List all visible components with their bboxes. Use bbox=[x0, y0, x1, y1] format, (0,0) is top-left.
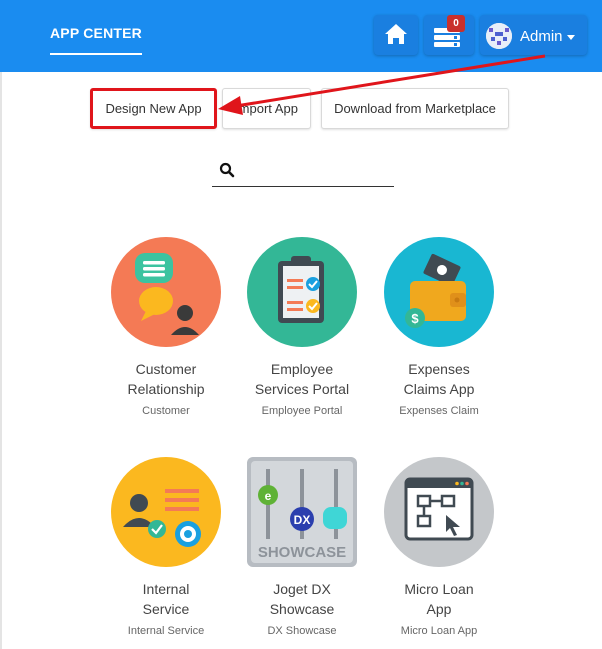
expenses-claim-icon: $ bbox=[384, 237, 494, 347]
download-marketplace-button[interactable]: Download from Marketplace bbox=[321, 88, 509, 129]
app-tile-customer-relationship[interactable]: Customer Relationship Customer bbox=[101, 237, 231, 417]
svg-text:e: e bbox=[265, 489, 272, 503]
avatar bbox=[486, 23, 512, 49]
app-tile-expenses-claims[interactable]: $ Expenses Claims App Expenses Claim bbox=[374, 237, 504, 417]
app-name: Micro Loan App bbox=[404, 581, 474, 617]
app-name: Customer Relationship bbox=[127, 361, 205, 397]
customer-relationship-icon bbox=[111, 237, 221, 347]
app-tile-dx-showcase[interactable]: e DX SHOWCASE Joget DX Showcase DX Showca… bbox=[237, 457, 367, 637]
app-subtitle: Micro Loan App bbox=[400, 625, 478, 637]
user-name-label: Admin bbox=[520, 28, 563, 45]
micro-loan-icon bbox=[384, 457, 494, 567]
app-name: Internal Service bbox=[142, 581, 190, 617]
app-subtitle: DX Showcase bbox=[267, 625, 337, 637]
svg-text:$: $ bbox=[411, 311, 419, 326]
app-subtitle: Employee Portal bbox=[261, 405, 343, 417]
search-icon bbox=[219, 162, 235, 178]
left-border bbox=[0, 72, 2, 649]
app-tile-internal-service[interactable]: Internal Service Internal Service bbox=[101, 457, 231, 637]
search-underline bbox=[212, 186, 394, 187]
import-app-button[interactable]: Import App bbox=[222, 88, 311, 129]
notification-badge: 0 bbox=[447, 15, 465, 32]
svg-text:DX: DX bbox=[294, 513, 311, 527]
app-name: Joget DX Showcase bbox=[269, 581, 335, 617]
app-center-brand[interactable]: APP CENTER bbox=[50, 25, 142, 41]
home-icon bbox=[385, 24, 407, 44]
app-tile-employee-portal[interactable]: Employee Services Portal Employee Portal bbox=[237, 237, 367, 417]
home-button[interactable] bbox=[374, 15, 418, 55]
app-subtitle: Expenses Claim bbox=[399, 405, 479, 417]
app-subtitle: Customer bbox=[142, 405, 190, 417]
avatar-identicon bbox=[486, 23, 512, 49]
showcase-icon: e DX SHOWCASE bbox=[247, 457, 357, 567]
svg-text:SHOWCASE: SHOWCASE bbox=[258, 544, 346, 561]
app-name: Expenses Claims App bbox=[403, 361, 475, 397]
employee-portal-icon bbox=[247, 237, 357, 347]
app-subtitle: Internal Service bbox=[127, 625, 205, 637]
design-new-app-button[interactable]: Design New App bbox=[90, 88, 217, 129]
chevron-down-icon bbox=[567, 35, 575, 40]
search-input[interactable] bbox=[240, 160, 392, 182]
app-tile-micro-loan[interactable]: Micro Loan App Micro Loan App bbox=[374, 457, 504, 637]
internal-service-icon bbox=[111, 457, 221, 567]
brand-underline bbox=[50, 53, 142, 55]
app-name: Employee Services Portal bbox=[254, 361, 350, 397]
